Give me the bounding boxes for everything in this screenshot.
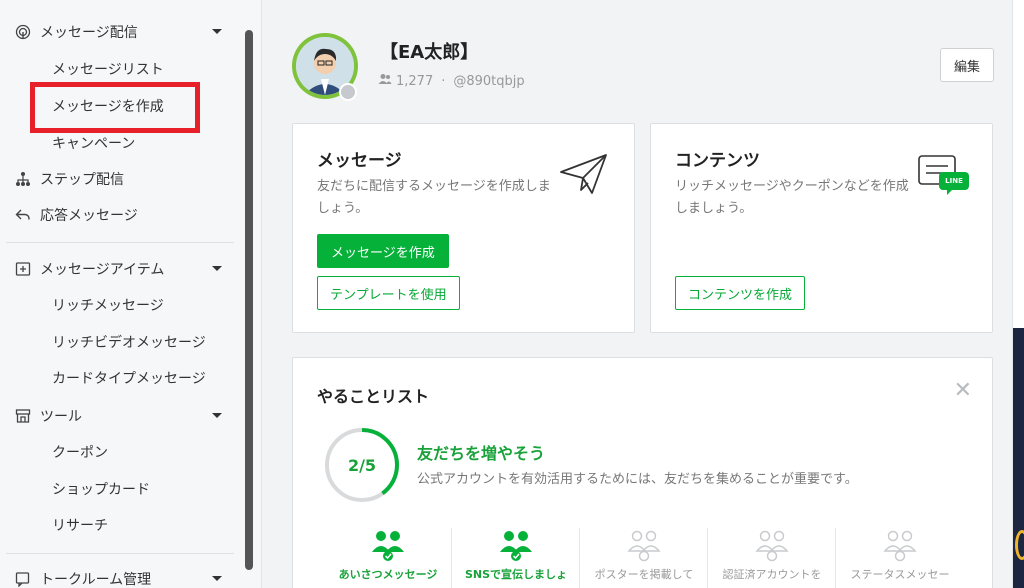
chat-bubble-line-icon: LINE	[917, 154, 971, 196]
people-icon	[499, 528, 533, 562]
task-status-message[interactable]: ステータスメッセー	[837, 528, 963, 588]
task-poster[interactable]: ポスターを掲載して	[581, 528, 707, 588]
people-icon	[371, 528, 405, 562]
create-content-button[interactable]: コンテンツを作成	[675, 276, 806, 310]
account-name: 【EA太郎】	[380, 42, 479, 63]
sidebar-group-label: ツール	[40, 409, 82, 425]
highlight-annotation	[30, 82, 200, 133]
meta-separator: ·	[441, 73, 446, 89]
sidebar-item-campaign[interactable]: キャンペーン	[52, 131, 135, 155]
message-card-description: 友だちに配信するメッセージを作成しましょう。	[317, 179, 551, 216]
sidebar-group-step-delivery[interactable]: ステップ配信	[0, 164, 236, 194]
sidebar-group-label: メッセージ配信	[40, 25, 138, 41]
sidebar-group-label: トークルーム管理	[40, 572, 152, 588]
todo-title: やることリスト	[317, 387, 430, 406]
task-label: ポスターを掲載して	[594, 568, 694, 581]
sidebar-group-message-delivery[interactable]: メッセージ配信	[0, 17, 236, 47]
content-card-description: リッチメッセージやクーポンなどを作成しましょう。	[675, 179, 909, 216]
message-card: メッセージ 友だちに配信するメッセージを作成しましょう。 メッセージを作成 テン…	[292, 123, 635, 333]
chevron-down-icon	[212, 266, 222, 271]
content-card: コンテンツ リッチメッセージやクーポンなどを作成しましょう。 LINE コンテン…	[650, 123, 993, 333]
paper-plane-icon	[559, 152, 609, 200]
friends-count: 1,277	[396, 73, 434, 89]
account-meta: 1,277 · @890tqbjp	[378, 73, 525, 89]
sidebar-scrollbar[interactable]	[245, 30, 253, 570]
task-label: 認証済アカウントを	[722, 568, 822, 581]
task-separator	[835, 528, 836, 588]
broadcast-icon	[14, 23, 32, 41]
sidebar-group-label: ステップ配信	[40, 172, 124, 188]
sidebar-group-label: メッセージアイテム	[40, 262, 165, 278]
chevron-down-icon	[212, 576, 222, 581]
task-separator	[579, 528, 580, 588]
sidebar-item-message-list[interactable]: メッセージリスト	[52, 57, 164, 81]
chevron-down-icon	[212, 413, 222, 418]
create-message-button[interactable]: メッセージを作成	[317, 234, 449, 268]
people-outline-icon	[883, 528, 917, 562]
task-verified-account[interactable]: 認証済アカウントを	[709, 528, 835, 588]
right-panel-edge	[1012, 0, 1024, 588]
task-label: あいさつメッセージ	[338, 568, 438, 581]
account-id: @890tqbjp	[453, 73, 525, 89]
task-separator	[707, 528, 708, 588]
sidebar-item-research[interactable]: リサーチ	[52, 513, 108, 537]
plus-box-icon	[14, 260, 32, 278]
sidebar-item-rich-message[interactable]: リッチメッセージ	[52, 293, 164, 317]
sidebar: メッセージ配信 メッセージリスト メッセージを作成 キャンペーン ステップ配信 …	[0, 0, 262, 588]
sidebar-divider	[6, 242, 234, 243]
friends-icon	[378, 73, 392, 89]
people-outline-icon	[627, 528, 661, 562]
sidebar-item-coupon[interactable]: クーポン	[52, 440, 108, 464]
use-template-button[interactable]: テンプレートを使用	[317, 276, 460, 310]
task-label: SNSで宣伝しましょ	[464, 568, 568, 581]
avatar-status-badge	[339, 83, 357, 101]
content-card-title: コンテンツ	[675, 151, 760, 171]
account-header: 【EA太郎】 1,277 · @890tqbjp 編集	[292, 30, 994, 110]
sidebar-group-label: 応答メッセージ	[40, 208, 138, 224]
edit-button[interactable]: 編集	[940, 48, 994, 82]
task-greeting-message[interactable]: あいさつメッセージ	[325, 528, 451, 588]
sidebar-item-card-type-message[interactable]: カードタイプメッセージ	[52, 366, 206, 390]
chevron-down-icon	[212, 29, 222, 34]
todo-heading: 友だちを増やそう	[417, 444, 546, 463]
banner-ring-decoration	[1015, 530, 1024, 560]
avatar[interactable]	[292, 33, 358, 101]
message-card-title: メッセージ	[317, 151, 402, 171]
task-separator	[451, 528, 452, 588]
chat-manage-icon	[14, 570, 32, 588]
sidebar-group-tools[interactable]: ツール	[0, 401, 236, 431]
sidebar-group-message-items[interactable]: メッセージアイテム	[0, 254, 236, 284]
reply-arrow-icon	[14, 206, 32, 224]
task-label: ステータスメッセー	[850, 568, 950, 581]
progress-ring: 2/5	[323, 426, 401, 504]
todo-card: やることリスト ✕ 2/5 友だちを増やそう 公式アカウントを有効活用するために…	[292, 357, 993, 588]
sidebar-item-rich-video-message[interactable]: リッチビデオメッセージ	[52, 330, 206, 354]
todo-subtext: 公式アカウントを有効活用するためには、友だちを集めることが重要です。	[417, 472, 858, 487]
step-tree-icon	[14, 170, 32, 188]
shop-tool-icon	[14, 407, 32, 425]
progress-text: 2/5	[347, 455, 377, 475]
sidebar-group-auto-reply[interactable]: 応答メッセージ	[0, 200, 236, 230]
sidebar-divider	[6, 553, 234, 554]
line-badge-text: LINE	[945, 177, 963, 185]
task-sns-promo[interactable]: SNSで宣伝しましょ	[453, 528, 579, 588]
people-outline-icon	[755, 528, 789, 562]
sidebar-group-talk-room[interactable]: トークルーム管理	[0, 564, 236, 588]
sidebar-item-shop-card[interactable]: ショップカード	[52, 477, 150, 501]
close-icon[interactable]: ✕	[954, 380, 972, 402]
